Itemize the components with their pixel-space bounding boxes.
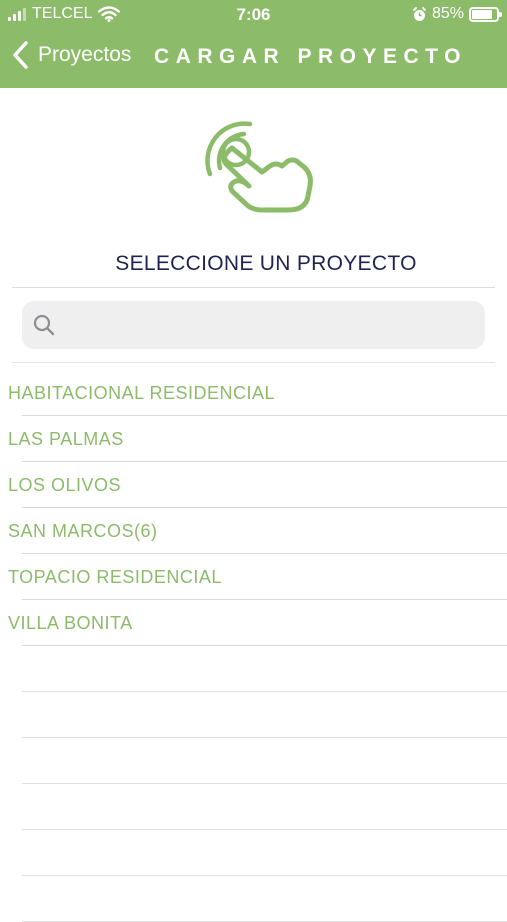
divider xyxy=(12,362,495,363)
project-item-villa-bonita[interactable]: VILLA BONITA xyxy=(0,600,507,646)
search-bar[interactable] xyxy=(22,301,485,349)
empty-row xyxy=(0,692,507,738)
search-input[interactable] xyxy=(64,301,474,349)
page-title: CARGAR PROYECTO xyxy=(154,45,467,68)
project-item-label: HABITACIONAL RESIDENCIAL xyxy=(8,383,276,403)
project-item-label: LAS PALMAS xyxy=(8,429,124,449)
battery-percent: 85% xyxy=(431,5,464,22)
empty-row xyxy=(0,784,507,830)
project-item-label: TOPACIO RESIDENCIAL xyxy=(8,567,222,587)
project-item-los-olivos[interactable]: LOS OLIVOS xyxy=(0,462,507,508)
battery-level xyxy=(472,9,493,19)
battery-icon xyxy=(469,6,502,22)
search-icon xyxy=(33,314,55,336)
empty-row xyxy=(0,876,507,922)
project-item-habitacional-residencial[interactable]: HABITACIONAL RESIDENCIAL xyxy=(0,370,507,416)
touch-hand-icon xyxy=(205,121,313,213)
project-item-las-palmas[interactable]: LAS PALMAS xyxy=(0,416,507,462)
empty-row xyxy=(0,738,507,784)
app-header: TELCEL 7:06 85% Proyectos CARGAR PROYECT… xyxy=(0,0,507,88)
section-heading: SELECCIONE UN PROYECTO xyxy=(115,252,417,275)
status-right: 85% xyxy=(412,5,502,23)
project-item-topacio-residencial[interactable]: TOPACIO RESIDENCIAL xyxy=(0,554,507,600)
project-list: HABITACIONAL RESIDENCIAL LAS PALMAS LOS … xyxy=(0,370,507,922)
status-bar: TELCEL 7:06 85% xyxy=(0,0,507,30)
back-button-label: Proyectos xyxy=(38,43,132,66)
alarm-icon xyxy=(413,6,426,21)
project-item-label: LOS OLIVOS xyxy=(8,475,122,495)
project-item-label: SAN MARCOS(6) xyxy=(8,521,158,541)
project-item-label: VILLA BONITA xyxy=(8,613,133,633)
chevron-left-icon xyxy=(13,41,28,69)
navigation-bar: Proyectos CARGAR PROYECTO xyxy=(0,36,507,80)
empty-row xyxy=(0,830,507,876)
divider xyxy=(12,287,495,288)
project-item-san-marcos[interactable]: SAN MARCOS(6) xyxy=(0,508,507,554)
empty-row xyxy=(0,646,507,692)
back-button[interactable]: Proyectos xyxy=(10,40,131,70)
